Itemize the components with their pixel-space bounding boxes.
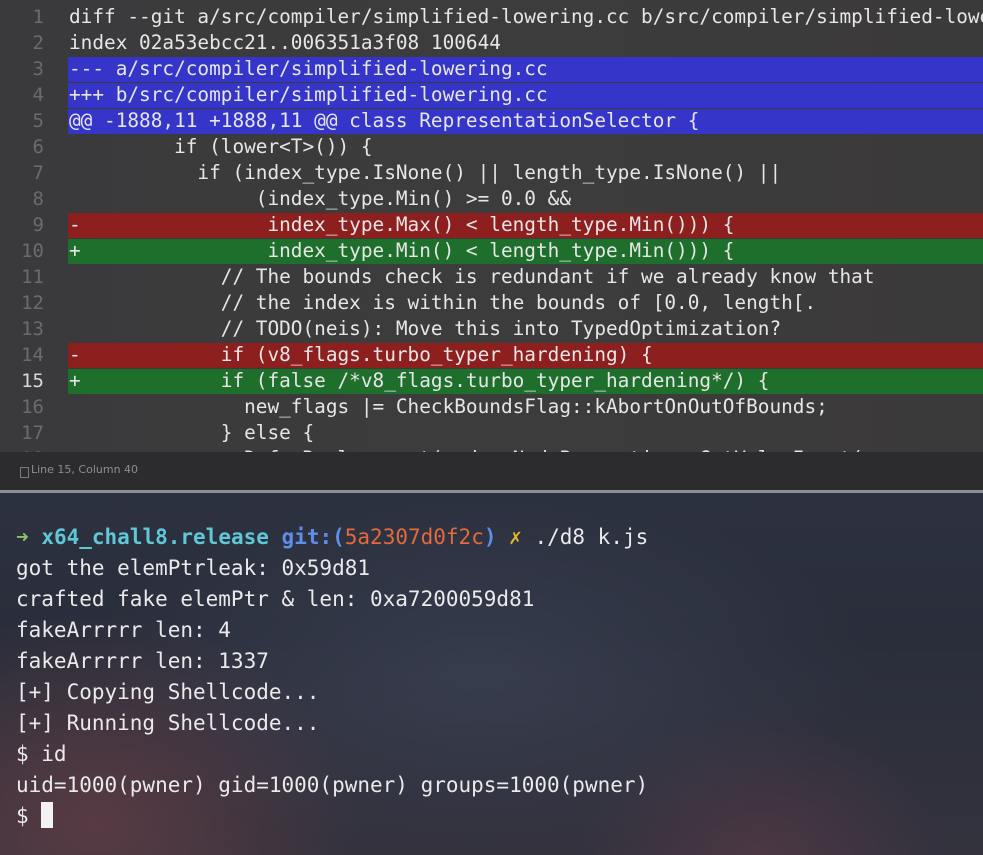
line-number: 3: [32, 58, 44, 80]
code-line[interactable]: 2 index 02a53ebcc21..006351a3f08 100644: [0, 30, 983, 56]
code-line[interactable]: 15 + if (false /*v8_flags.turbo_typer_har…: [0, 368, 983, 394]
code-text: - if (v8_flags.turbo_typer_hardening) {: [69, 343, 653, 366]
code-line[interactable]: 10 + index_type.Min() < length_type.Min()…: [0, 238, 983, 264]
code-text: if (index_type.IsNone() || length_type.I…: [69, 161, 782, 184]
dirty-mark-icon: ✗: [509, 525, 522, 549]
code-line[interactable]: 16 new_flags |= CheckBoundsFlag::kAbortO…: [0, 394, 983, 420]
prompt-directory: x64_chall8.release: [41, 525, 269, 549]
code-line[interactable]: 1 diff --git a/src/compiler/simplified-lo…: [0, 4, 983, 30]
document-icon: [20, 467, 29, 478]
code-text: index 02a53ebcc21..006351a3f08 100644: [69, 31, 501, 54]
output-line: fakeArrrrr len: 1337: [16, 649, 269, 673]
output-line: $ id: [16, 742, 67, 766]
code-text: new_flags |= CheckBoundsFlag::kAbortOnOu…: [69, 395, 828, 418]
line-number: 13: [21, 318, 44, 340]
output-line: [+] Copying Shellcode...: [16, 680, 320, 704]
code-line[interactable]: 17 } else {: [0, 420, 983, 446]
output-line: got the elemPtrleak: 0x59d81: [16, 556, 371, 580]
code-line[interactable]: 8 (index_type.Min() >= 0.0 &&: [0, 186, 983, 212]
line-number: 5: [32, 110, 44, 132]
prompt-git-hash: 5a2307d0f2c: [344, 525, 484, 549]
code-text: --- a/src/compiler/simplified-lowering.c…: [69, 57, 548, 80]
code-text: +++ b/src/compiler/simplified-lowering.c…: [69, 83, 548, 106]
line-number: 17: [21, 422, 44, 444]
line-number: 10: [21, 240, 44, 262]
code-text: (index_type.Min() >= 0.0 &&: [69, 187, 571, 210]
prompt-git-close: ): [483, 525, 497, 549]
code-text: diff --git a/src/compiler/simplified-low…: [69, 5, 983, 28]
line-number: 16: [21, 396, 44, 418]
code-line[interactable]: 6 if (lower<T>()) {: [0, 134, 983, 160]
line-number: 2: [32, 32, 44, 54]
code-line[interactable]: 13 // TODO(neis): Move this into TypedOp…: [0, 316, 983, 342]
output-line: fakeArrrrr len: 4: [16, 618, 231, 642]
line-number: 8: [32, 188, 44, 210]
code-text: // The bounds check is redundant if we a…: [69, 265, 875, 288]
cursor-position: Line 15, Column 40: [31, 463, 139, 476]
code-line[interactable]: 11 // The bounds check is redundant if w…: [0, 264, 983, 290]
code-text: - index_type.Max() < length_type.Min()))…: [69, 213, 735, 236]
line-number: 6: [32, 136, 44, 158]
line-number: 11: [21, 266, 44, 288]
output-line: uid=1000(pwner) gid=1000(pwner) groups=1…: [16, 773, 649, 797]
prompt-git-label: git:(: [281, 525, 345, 549]
code-text: + index_type.Min() < length_type.Min()))…: [69, 239, 735, 262]
line-number: 4: [32, 84, 44, 106]
code-text: // the index is within the bounds of [0.…: [69, 291, 817, 314]
prompt-arrow-icon: ➜: [16, 525, 29, 549]
code-line[interactable]: 9 - index_type.Max() < length_type.Min())…: [0, 212, 983, 238]
line-number: 1: [32, 6, 44, 28]
code-text: if (lower<T>()) {: [69, 135, 373, 158]
code-text: + if (false /*v8_flags.turbo_typer_harde…: [69, 369, 770, 392]
output-line: crafted fake elemPtr & len: 0xa7200059d8…: [16, 587, 535, 611]
line-number: 7: [32, 162, 44, 184]
prompt-command: ./d8 k.js: [534, 525, 649, 549]
terminal[interactable]: ➜ x64_chall8.release git:(5a2307d0f2c) ✗…: [0, 493, 983, 855]
line-number: 9: [32, 214, 44, 236]
code-text: } else {: [69, 421, 315, 444]
prompt-line: ➜ x64_chall8.release git:(5a2307d0f2c) ✗…: [16, 522, 648, 553]
code-line[interactable]: 4 +++ b/src/compiler/simplified-lowering.…: [0, 82, 983, 108]
line-number: 15: [21, 370, 44, 392]
output-line: [+] Running Shellcode...: [16, 711, 320, 735]
code-editor[interactable]: 1 diff --git a/src/compiler/simplified-lo…: [0, 0, 983, 452]
input-line[interactable]: $: [16, 801, 54, 832]
code-line[interactable]: 12 // the index is within the bounds of …: [0, 290, 983, 316]
status-bar: Line 15, Column 40: [0, 452, 983, 490]
code-line[interactable]: 7 if (index_type.IsNone() || length_type…: [0, 160, 983, 186]
shell-prompt: $: [16, 804, 42, 828]
text-cursor: [41, 802, 54, 828]
code-line[interactable]: 14 - if (v8_flags.turbo_typer_hardening) …: [0, 342, 983, 368]
code-text: // TODO(neis): Move this into TypedOptim…: [69, 317, 782, 340]
code-line[interactable]: 3 --- a/src/compiler/simplified-lowering.…: [0, 56, 983, 82]
code-text: @@ -1888,11 +1888,11 @@ class Representa…: [69, 109, 700, 132]
line-number: 12: [21, 292, 44, 314]
line-number: 14: [21, 344, 44, 366]
code-line[interactable]: 5 @@ -1888,11 +1888,11 @@ class Represent…: [0, 108, 983, 134]
